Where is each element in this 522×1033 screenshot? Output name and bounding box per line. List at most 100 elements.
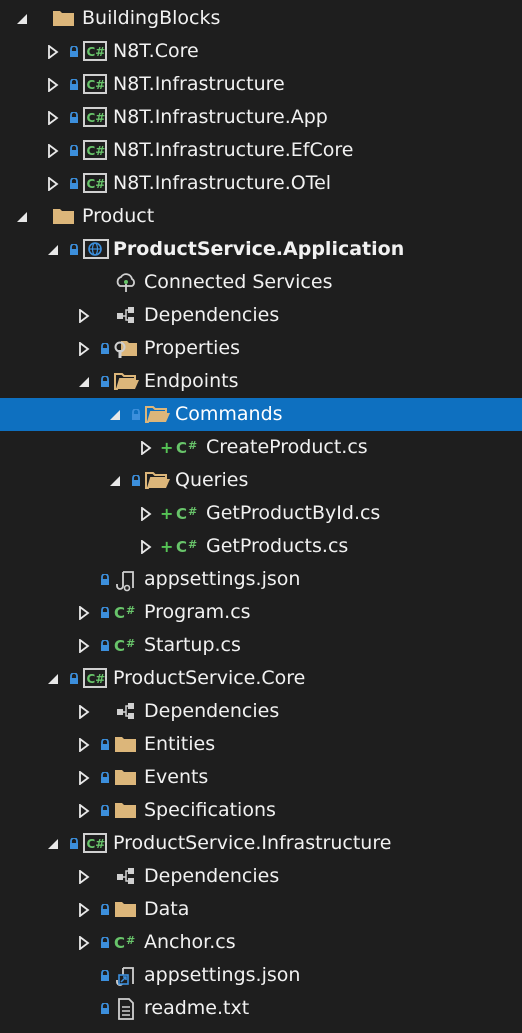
pending-add-icon: + bbox=[160, 537, 174, 556]
tree-item-entities[interactable]: Entities bbox=[0, 728, 522, 761]
collapsed-arrow-icon[interactable] bbox=[78, 926, 94, 959]
expanded-arrow-icon[interactable] bbox=[47, 827, 63, 860]
folder-open-icon bbox=[145, 464, 170, 497]
text-file-icon bbox=[114, 992, 138, 1025]
tree-item-label: Queries bbox=[175, 469, 249, 491]
svg-text:#: # bbox=[188, 505, 197, 518]
tree-item-label: Entities bbox=[144, 733, 216, 755]
tree-item-queries[interactable]: Queries bbox=[0, 464, 522, 497]
lock-icon bbox=[100, 332, 110, 365]
collapsed-arrow-icon[interactable] bbox=[78, 893, 94, 926]
tree-item-productservice-infrastructure[interactable]: C# ProductService.Infrastructure bbox=[0, 827, 522, 860]
svg-text:#: # bbox=[188, 538, 197, 551]
tree-item-properties[interactable]: Properties bbox=[0, 332, 522, 365]
tree-item-createproduct[interactable]: + C # CreateProduct.cs bbox=[0, 431, 522, 464]
tree-item-commands[interactable]: Commands bbox=[0, 398, 522, 431]
tree-item-specifications[interactable]: Specifications bbox=[0, 794, 522, 827]
csharp-file-icon: C # bbox=[176, 530, 200, 563]
svg-text:C#: C# bbox=[87, 78, 106, 92]
tree-item-n8t-core[interactable]: C# N8T.Core bbox=[0, 35, 522, 68]
tree-item-label: N8T.Infrastructure.EfCore bbox=[113, 139, 354, 161]
collapsed-arrow-icon[interactable] bbox=[78, 596, 94, 629]
lock-icon bbox=[69, 827, 79, 860]
svg-text:#: # bbox=[126, 934, 135, 947]
csharp-file-icon: C # bbox=[114, 629, 138, 662]
svg-text:C: C bbox=[176, 439, 187, 457]
collapsed-arrow-icon[interactable] bbox=[78, 860, 94, 893]
expanded-arrow-icon[interactable] bbox=[78, 365, 94, 398]
collapsed-arrow-icon[interactable] bbox=[78, 332, 94, 365]
tree-item-getproductbyid[interactable]: + C # GetProductById.cs bbox=[0, 497, 522, 530]
collapsed-arrow-icon[interactable] bbox=[140, 431, 156, 464]
tree-item-buildingblocks[interactable]: BuildingBlocks bbox=[0, 2, 522, 35]
lock-icon bbox=[69, 134, 79, 167]
tree-item-readme[interactable]: readme.txt bbox=[0, 992, 522, 1025]
tree-item-product[interactable]: Product bbox=[0, 200, 522, 233]
tree-item-label: appsettings.json bbox=[144, 964, 301, 986]
tree-item-getproducts[interactable]: + C # GetProducts.cs bbox=[0, 530, 522, 563]
expanded-arrow-icon[interactable] bbox=[109, 398, 125, 431]
collapsed-arrow-icon[interactable] bbox=[78, 728, 94, 761]
collapsed-arrow-icon[interactable] bbox=[47, 101, 63, 134]
lock-icon bbox=[69, 68, 79, 101]
lock-icon bbox=[131, 464, 141, 497]
solution-explorer-tree: BuildingBlocks C# N8T.Core C# N8T.Infrastruc… bbox=[0, 0, 522, 1033]
expanded-arrow-icon[interactable] bbox=[16, 2, 32, 35]
collapsed-arrow-icon[interactable] bbox=[47, 68, 63, 101]
tree-item-label: ProductService.Infrastructure bbox=[113, 832, 392, 854]
tree-item-infra-dependencies[interactable]: Dependencies bbox=[0, 860, 522, 893]
csharp-file-icon: C # bbox=[114, 596, 138, 629]
tree-item-label: Endpoints bbox=[144, 370, 239, 392]
folder-icon bbox=[114, 728, 138, 761]
svg-text:C: C bbox=[176, 505, 187, 523]
tree-item-label: N8T.Infrastructure.App bbox=[113, 106, 328, 128]
svg-text:C: C bbox=[114, 637, 125, 655]
tree-item-events[interactable]: Events bbox=[0, 761, 522, 794]
tree-item-n8t-infrastructure-otel[interactable]: C# N8T.Infrastructure.OTel bbox=[0, 167, 522, 200]
tree-item-anchor[interactable]: C # Anchor.cs bbox=[0, 926, 522, 959]
tree-item-app-appsettings[interactable]: appsettings.json bbox=[0, 563, 522, 596]
svg-text:C: C bbox=[114, 934, 125, 952]
collapsed-arrow-icon[interactable] bbox=[78, 299, 94, 332]
collapsed-arrow-icon[interactable] bbox=[47, 134, 63, 167]
svg-text:C#: C# bbox=[87, 177, 106, 191]
collapsed-arrow-icon[interactable] bbox=[78, 695, 94, 728]
expanded-arrow-icon[interactable] bbox=[47, 662, 63, 695]
tree-item-n8t-infrastructure[interactable]: C# N8T.Infrastructure bbox=[0, 68, 522, 101]
collapsed-arrow-icon[interactable] bbox=[140, 530, 156, 563]
expanded-arrow-icon[interactable] bbox=[47, 233, 63, 266]
tree-item-n8t-infrastructure-efcore[interactable]: C# N8T.Infrastructure.EfCore bbox=[0, 134, 522, 167]
tree-item-program[interactable]: C # Program.cs bbox=[0, 596, 522, 629]
collapsed-arrow-icon[interactable] bbox=[140, 497, 156, 530]
expanded-arrow-icon[interactable] bbox=[109, 464, 125, 497]
folder-icon bbox=[114, 893, 138, 926]
tree-item-app-dependencies[interactable]: Dependencies bbox=[0, 299, 522, 332]
folder-open-icon bbox=[145, 398, 170, 431]
collapsed-arrow-icon[interactable] bbox=[47, 35, 63, 68]
tree-item-label: Anchor.cs bbox=[144, 931, 236, 953]
tree-item-label: Startup.cs bbox=[144, 634, 241, 656]
collapsed-arrow-icon[interactable] bbox=[78, 629, 94, 662]
csharp-project-icon: C# bbox=[83, 662, 107, 695]
csharp-project-icon: C# bbox=[83, 827, 107, 860]
csharp-project-icon: C# bbox=[83, 167, 107, 200]
tree-item-connected-services[interactable]: Connected Services bbox=[0, 266, 522, 299]
tree-item-productservice-application[interactable]: ProductService.Application bbox=[0, 233, 522, 266]
pending-add-icon: + bbox=[160, 504, 174, 523]
tree-item-infra-appsettings[interactable]: appsettings.json bbox=[0, 959, 522, 992]
tree-item-label: Dependencies bbox=[144, 700, 280, 722]
collapsed-arrow-icon[interactable] bbox=[47, 167, 63, 200]
tree-item-startup[interactable]: C # Startup.cs bbox=[0, 629, 522, 662]
tree-item-data[interactable]: Data bbox=[0, 893, 522, 926]
tree-item-label: CreateProduct.cs bbox=[206, 436, 368, 458]
tree-item-productservice-core[interactable]: C# ProductService.Core bbox=[0, 662, 522, 695]
collapsed-arrow-icon[interactable] bbox=[78, 761, 94, 794]
tree-item-endpoints[interactable]: Endpoints bbox=[0, 365, 522, 398]
svg-text:#: # bbox=[126, 637, 135, 650]
tree-item-core-dependencies[interactable]: Dependencies bbox=[0, 695, 522, 728]
expanded-arrow-icon[interactable] bbox=[16, 200, 32, 233]
tree-item-n8t-infrastructure-app[interactable]: C# N8T.Infrastructure.App bbox=[0, 101, 522, 134]
properties-folder-icon bbox=[114, 332, 138, 365]
collapsed-arrow-icon[interactable] bbox=[78, 794, 94, 827]
tree-item-label: Dependencies bbox=[144, 865, 280, 887]
